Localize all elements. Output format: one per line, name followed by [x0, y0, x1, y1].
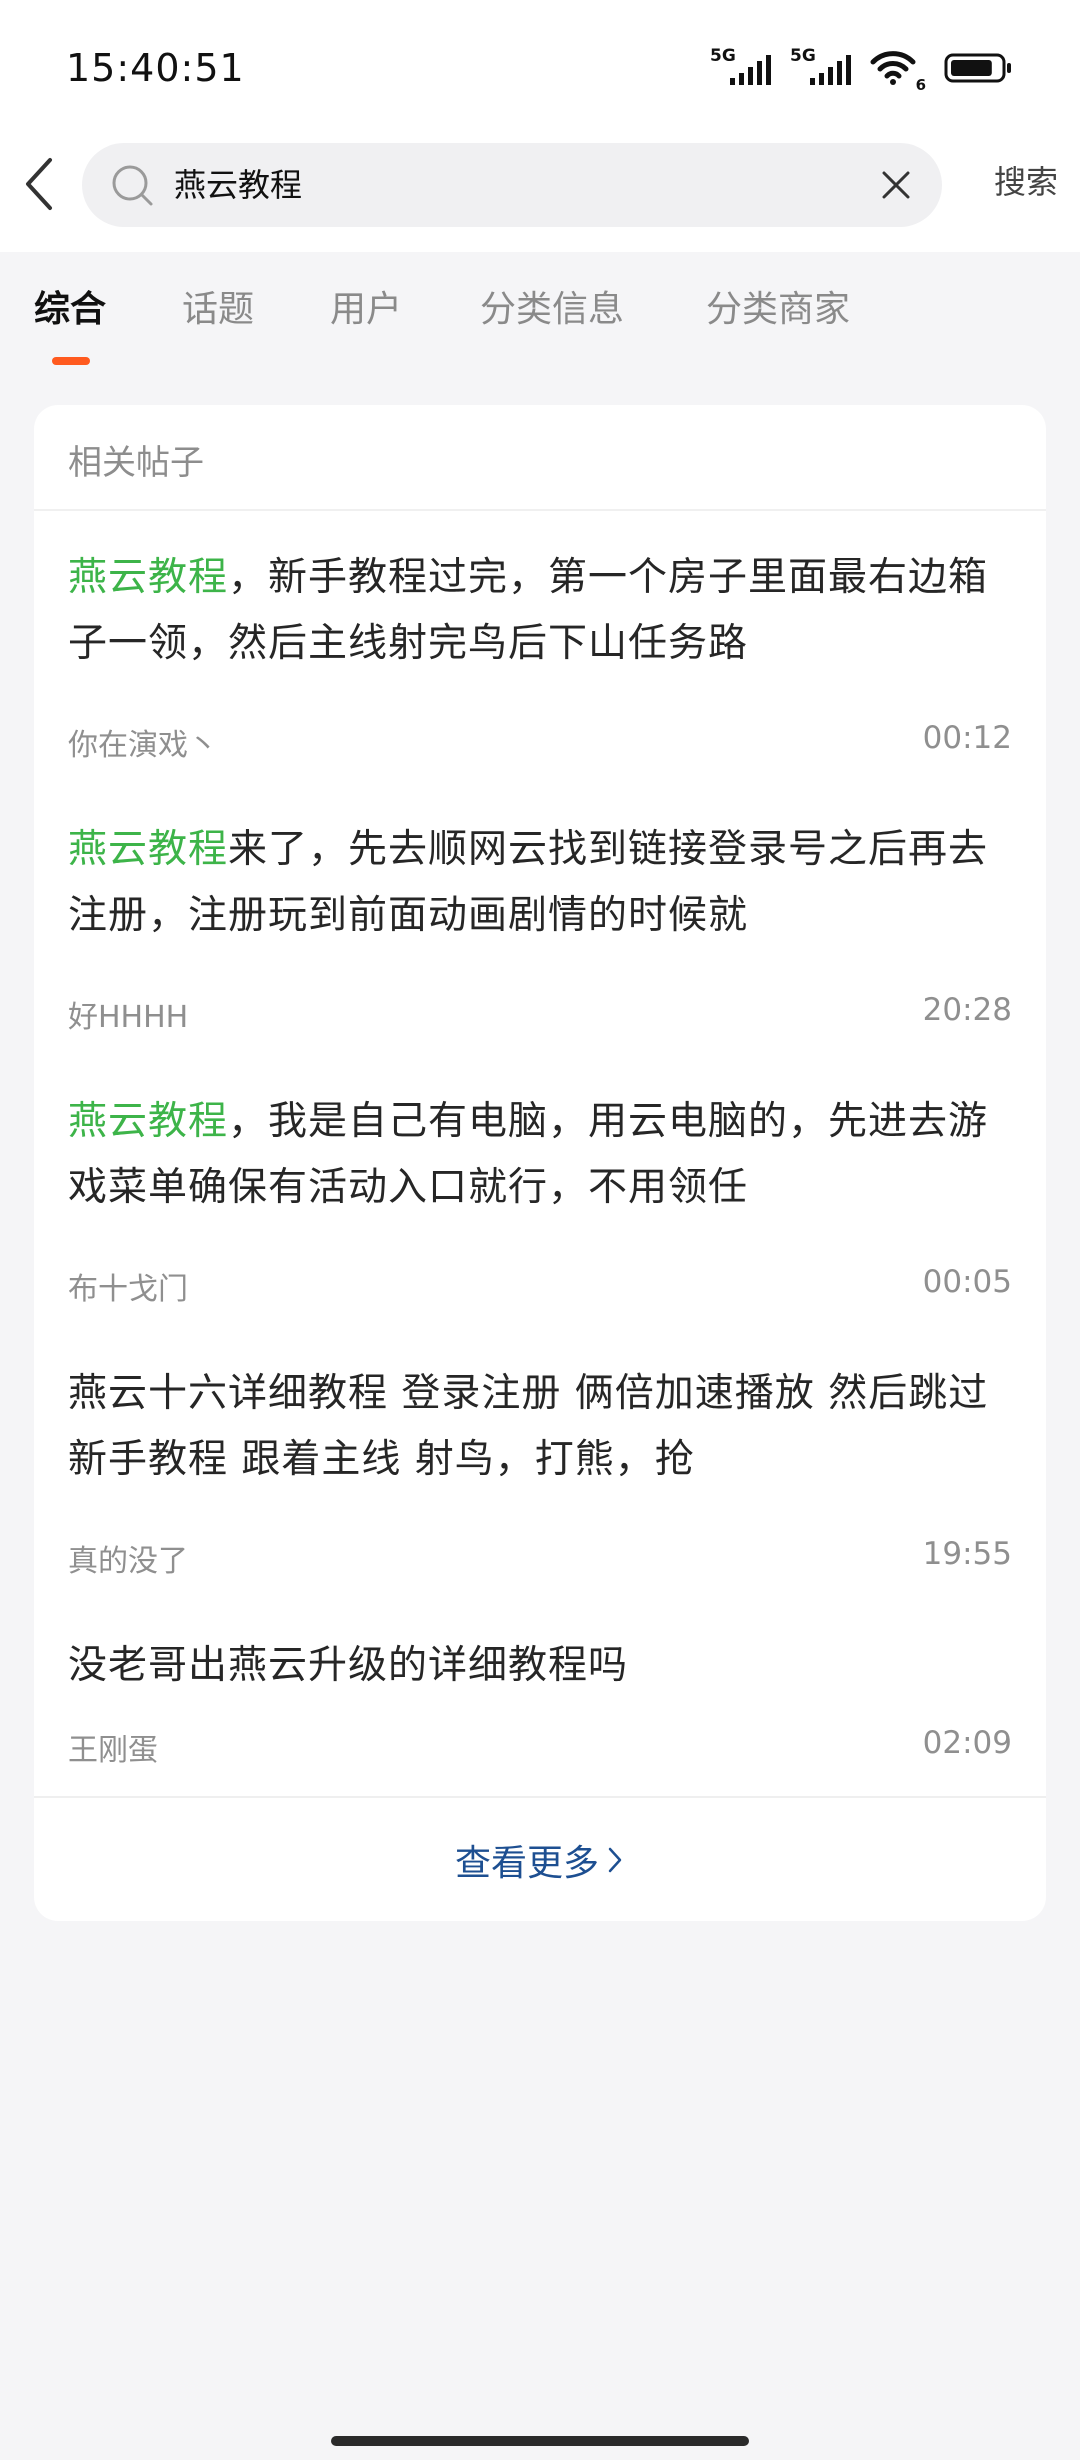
search-submit-button[interactable]: 搜索	[994, 140, 1058, 224]
post-title: 燕云十六详细教程 登录注册 俩倍加速播放 然后跳过新手教程 跟着主线 射鸟，打熊…	[68, 1361, 1012, 1493]
tab-general[interactable]: 综合	[34, 280, 106, 332]
search-icon	[112, 165, 153, 206]
post-time: 19:55	[922, 1536, 1012, 1572]
signal-icon: 5G	[710, 46, 774, 90]
close-icon	[882, 171, 910, 199]
post-item[interactable]: 燕云教程，新手教程过完，第一个房子里面最右边箱子一领，然后主线射完鸟后下山任务路…	[68, 545, 1012, 765]
section-title: 相关帖子	[68, 443, 204, 483]
post-author: 好HHHH	[68, 1000, 189, 1035]
post-title: 燕云教程来了，先去顺网云找到链接登录号之后再去注册，注册玩到前面动画剧情的时候就	[68, 817, 1012, 949]
post-time: 20:28	[922, 992, 1012, 1028]
post-author: 布十戈门	[68, 1272, 188, 1307]
signal-icon: 5G	[790, 46, 854, 90]
post-time: 00:12	[922, 720, 1012, 756]
post-author: 王刚蛋	[68, 1733, 158, 1768]
tab-bar: 综合 话题 用户 分类信息 分类商家	[0, 252, 1080, 372]
tab-classified-merchants[interactable]: 分类商家	[706, 280, 850, 332]
tab-users[interactable]: 用户	[330, 280, 402, 332]
post-item[interactable]: 没老哥出燕云升级的详细教程吗 王刚蛋 02:09	[68, 1633, 1012, 1783]
post-title-text: 燕云十六详细教程 登录注册 俩倍加速播放 然后跳过新手教程 跟着主线 射鸟，打熊…	[68, 1371, 989, 1482]
card-header: 相关帖子	[34, 405, 1046, 511]
search-input[interactable]	[174, 143, 794, 227]
post-time: 00:05	[922, 1264, 1012, 1300]
wifi-icon: 6	[870, 50, 926, 94]
wifi-generation-label: 6	[915, 76, 926, 94]
search-row: 搜索	[0, 140, 1080, 230]
post-item[interactable]: 燕云十六详细教程 登录注册 俩倍加速播放 然后跳过新手教程 跟着主线 射鸟，打熊…	[68, 1361, 1012, 1581]
post-author: 你在演戏丶	[68, 728, 218, 763]
post-title-highlight: 燕云教程	[68, 1099, 229, 1144]
tab-classified-info[interactable]: 分类信息	[480, 280, 624, 332]
post-title: 没老哥出燕云升级的详细教程吗	[68, 1633, 1012, 1699]
chevron-left-icon	[26, 158, 52, 210]
post-title-highlight: 燕云教程	[68, 827, 229, 872]
post-item[interactable]: 燕云教程，我是自己有电脑，用云电脑的，先进去游戏菜单确保有活动入口就行，不用领任…	[68, 1089, 1012, 1309]
post-item[interactable]: 燕云教程来了，先去顺网云找到链接登录号之后再去注册，注册玩到前面动画剧情的时候就…	[68, 817, 1012, 1037]
search-box[interactable]	[82, 143, 942, 227]
back-button[interactable]	[14, 154, 64, 214]
chevron-right-icon	[608, 1847, 622, 1872]
top-bar: 15:40:51 5G 5G 6 燕云教程 搜索	[0, 0, 1080, 252]
clear-search-button[interactable]	[872, 161, 920, 209]
home-indicator[interactable]	[331, 2436, 749, 2446]
post-title-text: 没老哥出燕云升级的详细教程吗	[68, 1643, 629, 1688]
status-bar: 15:40:51 5G 5G 6	[0, 0, 1080, 140]
post-title: 燕云教程，我是自己有电脑，用云电脑的，先进去游戏菜单确保有活动入口就行，不用领任	[68, 1089, 1012, 1221]
battery-icon	[944, 52, 1014, 88]
tab-topics[interactable]: 话题	[182, 280, 254, 332]
related-posts-card: 相关帖子 燕云教程，新手教程过完，第一个房子里面最右边箱子一领，然后主线射完鸟后…	[34, 405, 1046, 1921]
active-tab-indicator	[52, 357, 90, 365]
post-author: 真的没了	[68, 1544, 188, 1579]
view-more-button[interactable]: 查看更多	[34, 1798, 1046, 1921]
post-time: 02:09	[922, 1725, 1012, 1761]
view-more-label: 查看更多	[454, 1842, 599, 1884]
post-title-highlight: 燕云教程	[68, 555, 229, 600]
post-title: 燕云教程，新手教程过完，第一个房子里面最右边箱子一领，然后主线射完鸟后下山任务路	[68, 545, 1012, 677]
status-icons: 5G 5G 6	[710, 46, 1014, 94]
status-time: 15:40:51	[66, 46, 245, 90]
